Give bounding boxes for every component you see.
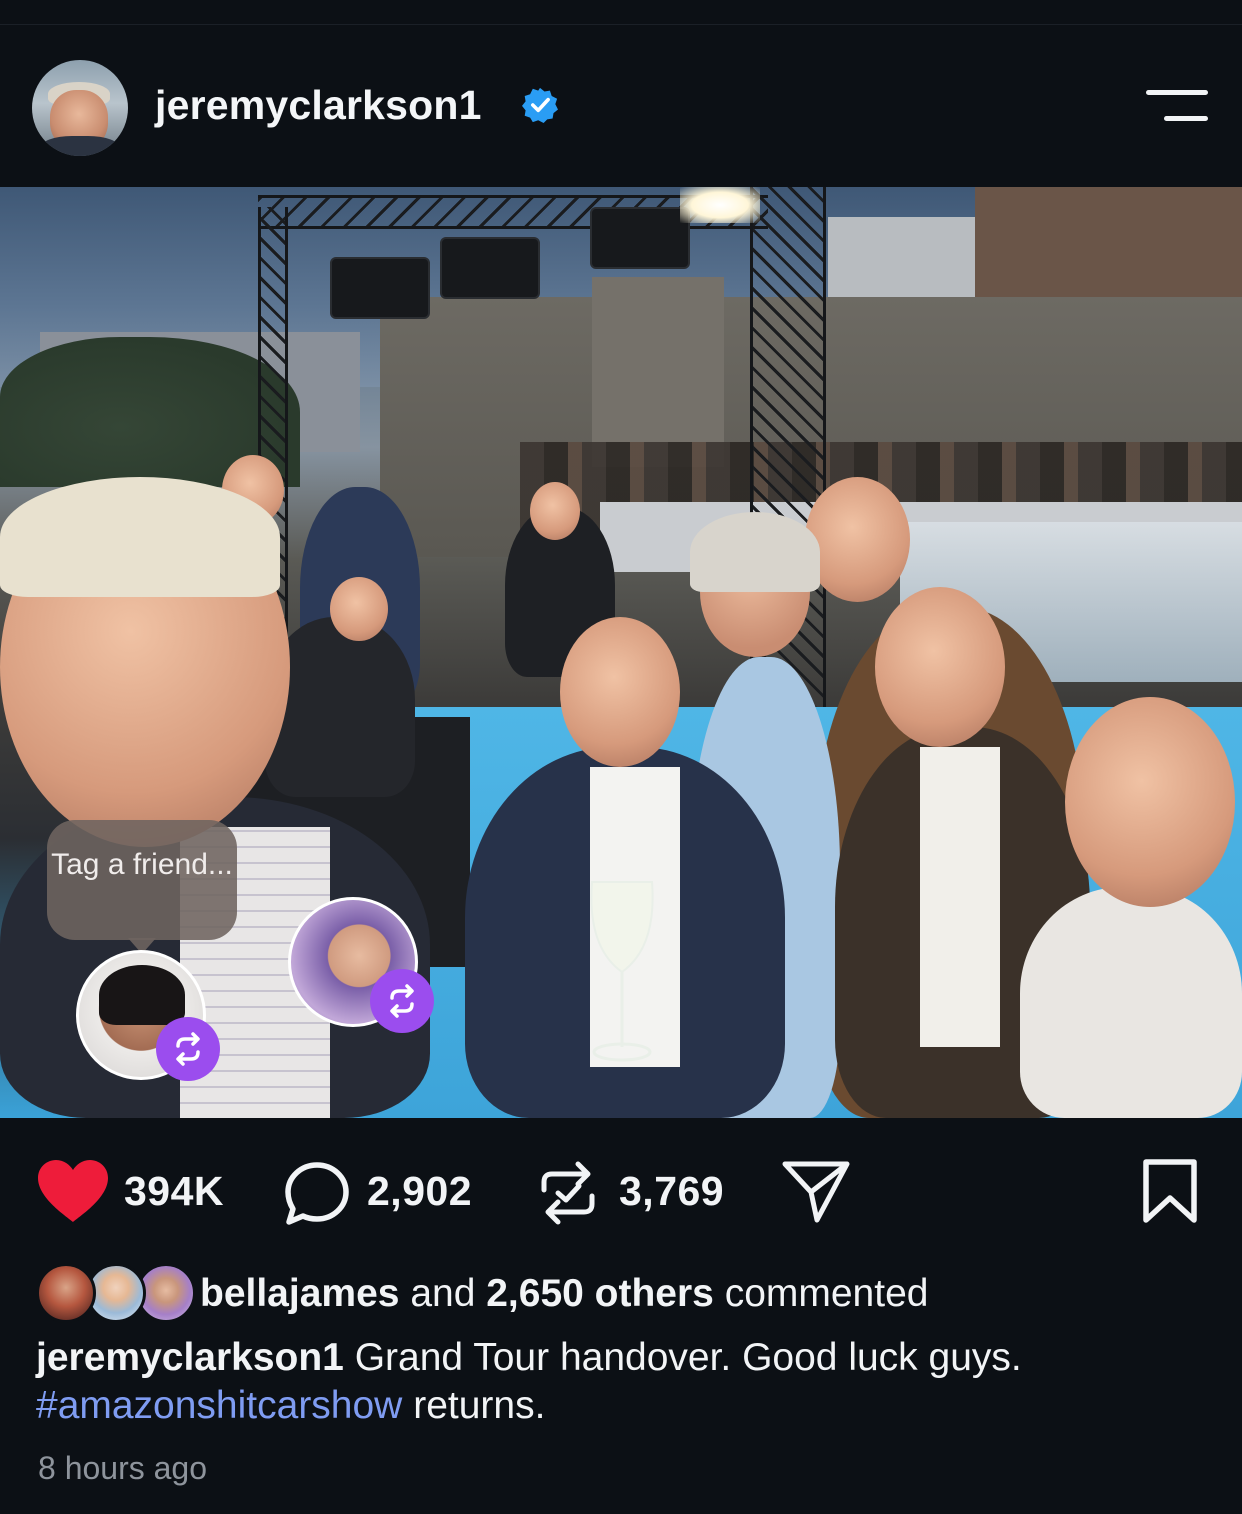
repost-icon[interactable] xyxy=(156,1017,220,1081)
others-count[interactable]: 2,650 others xyxy=(486,1272,714,1315)
tag-friend-label: Tag a friend... xyxy=(51,848,233,881)
post-caption: jeremyclarkson1 Grand Tour handover. Goo… xyxy=(36,1334,1226,1430)
share-icon[interactable] xyxy=(781,1158,851,1224)
comment-icon[interactable] xyxy=(283,1160,351,1228)
commenter-username[interactable]: bellajames xyxy=(200,1272,399,1315)
menu-icon[interactable] xyxy=(1144,90,1208,126)
comments-count[interactable]: 2,902 xyxy=(367,1168,472,1215)
verified-badge-icon xyxy=(522,87,558,123)
reposts-count[interactable]: 3,769 xyxy=(619,1168,724,1215)
repost-icon[interactable] xyxy=(370,969,434,1033)
action-bar: 394K 2,902 3,769 xyxy=(0,1118,1242,1258)
caption-username[interactable]: jeremyclarkson1 xyxy=(36,1336,344,1379)
caption-text: Grand Tour handover. Good luck guys. xyxy=(354,1336,1022,1379)
commenter-avatar xyxy=(36,1263,96,1323)
commenter-avatars[interactable] xyxy=(36,1263,196,1325)
post-header: jeremyclarkson1 xyxy=(0,26,1242,186)
post-photo[interactable]: Tag a friend... xyxy=(0,187,1242,1118)
tag-friend-bubble[interactable]: Tag a friend... xyxy=(47,820,237,940)
caption-hashtag[interactable]: #amazonshitcarshow xyxy=(36,1384,402,1427)
status-bar-edge xyxy=(0,0,1242,25)
caption-text-end: returns. xyxy=(413,1384,546,1427)
comments-summary[interactable]: bellajames and 2,650 others commented xyxy=(200,1272,928,1316)
likes-count[interactable]: 394K xyxy=(124,1168,224,1215)
profile-avatar[interactable] xyxy=(32,60,128,156)
wine-glass xyxy=(590,881,654,1062)
profile-username[interactable]: jeremyclarkson1 xyxy=(155,82,482,129)
repost-icon[interactable] xyxy=(536,1158,600,1228)
heart-icon[interactable] xyxy=(36,1158,110,1224)
post-timestamp: 8 hours ago xyxy=(38,1450,208,1486)
bookmark-icon[interactable] xyxy=(1140,1158,1200,1224)
